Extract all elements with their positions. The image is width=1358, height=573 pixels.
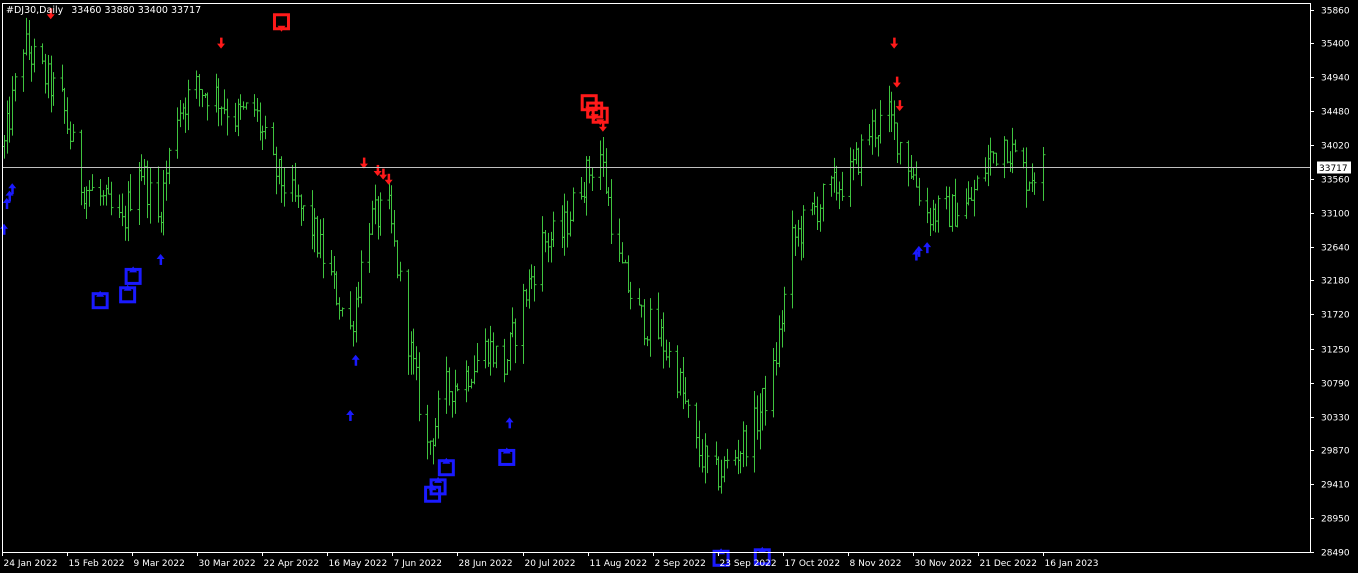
y-tick-label: 31720 xyxy=(1321,311,1350,321)
x-tick-label: 17 Oct 2022 xyxy=(785,559,841,569)
y-tick-label: 34940 xyxy=(1321,74,1350,84)
x-tick-label: 8 Nov 2022 xyxy=(850,559,902,569)
x-tick-label: 2 Sep 2022 xyxy=(655,559,706,569)
x-tick-label: 23 Sep 2022 xyxy=(720,559,777,569)
ohlc-values: 33460 33880 33400 33717 xyxy=(71,5,201,16)
current-price-tag: 33717 xyxy=(1317,161,1351,174)
y-tick-label: 35400 xyxy=(1321,40,1350,50)
x-tick-label: 7 Jun 2022 xyxy=(394,559,442,569)
y-tick-label: 33100 xyxy=(1321,210,1350,220)
y-tick-label: 32640 xyxy=(1321,244,1350,254)
x-tick-label: 21 Dec 2022 xyxy=(980,559,1038,569)
chart-background xyxy=(0,0,1358,573)
y-tick-label: 29870 xyxy=(1321,447,1350,457)
y-tick-label: 33560 xyxy=(1321,176,1350,186)
x-tick-label: 20 Jul 2022 xyxy=(525,559,576,569)
y-tick-label: 34480 xyxy=(1321,108,1350,118)
y-tick-label: 29410 xyxy=(1321,481,1350,491)
x-tick-label: 28 Jun 2022 xyxy=(459,559,513,569)
x-tick-label: 9 Mar 2022 xyxy=(134,559,185,569)
y-tick-label: 31250 xyxy=(1321,346,1350,356)
y-tick-label: 30330 xyxy=(1321,414,1350,424)
x-tick-label: 24 Jan 2022 xyxy=(4,559,58,569)
current-price-tag-label: 33717 xyxy=(1319,164,1348,174)
x-tick-label: 15 Feb 2022 xyxy=(69,559,125,569)
y-tick-label: 35860 xyxy=(1321,7,1350,17)
x-tick-label: 30 Mar 2022 xyxy=(199,559,256,569)
y-tick-label: 28950 xyxy=(1321,515,1350,525)
y-tick-label: 32180 xyxy=(1321,277,1350,287)
chart-header: #DJ30,Daily 33460 33880 33400 33717 xyxy=(6,5,201,16)
y-tick-label: 34020 xyxy=(1321,142,1350,152)
x-tick-label: 16 May 2022 xyxy=(329,559,388,569)
x-tick-label: 22 Apr 2022 xyxy=(264,559,320,569)
price-chart[interactable]: 35860 35400 34940 34480 34020 33560 33100 32640… xyxy=(0,0,1358,573)
symbol-label: #DJ30,Daily xyxy=(6,5,64,16)
chart-window: 35860 35400 34940 34480 34020 33560 33100 32640… xyxy=(0,0,1358,573)
x-tick-label: 11 Aug 2022 xyxy=(590,559,648,569)
x-tick-label: 30 Nov 2022 xyxy=(915,559,973,569)
x-tick-label: 16 Jan 2023 xyxy=(1045,559,1099,569)
y-tick-label: 30790 xyxy=(1321,380,1350,390)
y-tick-label: 28490 xyxy=(1321,549,1350,559)
